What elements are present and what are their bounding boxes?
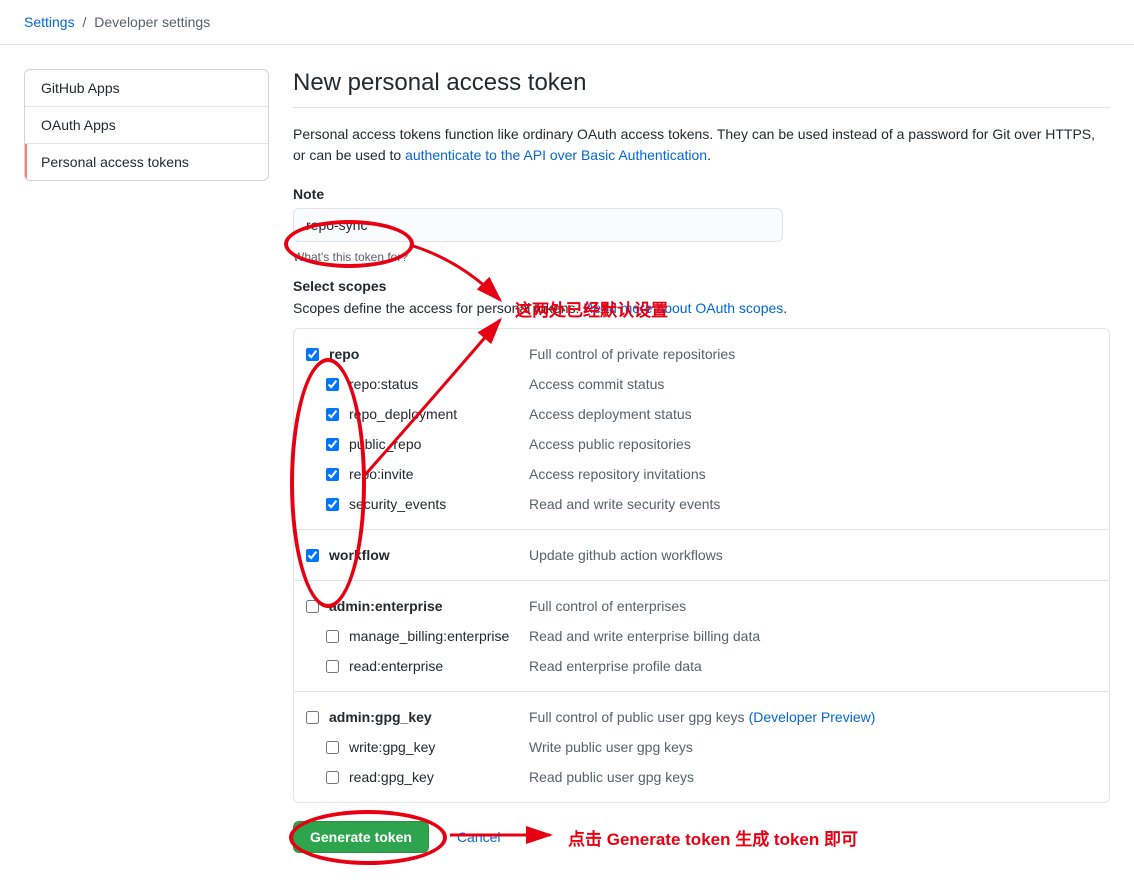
scope-group-admin-enterprise: admin:enterpriseFull control of enterpri… — [294, 581, 1109, 692]
scope-group-repo: repoFull control of private repositories… — [294, 329, 1109, 530]
scope-label: write:gpg_key — [349, 736, 529, 758]
generate-token-button[interactable]: Generate token — [293, 821, 429, 853]
scope-row: repo_deploymentAccess deployment status — [306, 399, 1097, 429]
breadcrumb-separator: / — [82, 14, 86, 30]
cancel-link[interactable]: Cancel — [457, 829, 501, 845]
scope-checkbox-read-enterprise[interactable] — [326, 660, 339, 673]
breadcrumb-current: Developer settings — [94, 14, 210, 30]
scope-label: admin:gpg_key — [329, 706, 529, 728]
scope-group-workflow: workflowUpdate github action workflows — [294, 530, 1109, 581]
actions-row: Generate token Cancel — [293, 821, 1110, 853]
scope-checkbox-repo[interactable] — [306, 348, 319, 361]
scope-checkbox-repo-deployment[interactable] — [326, 408, 339, 421]
note-input[interactable] — [293, 208, 783, 242]
scope-label: admin:enterprise — [329, 595, 529, 617]
scope-description: Access public repositories — [529, 433, 691, 455]
main-content: New personal access token Personal acces… — [293, 69, 1110, 853]
scope-row: security_eventsRead and write security e… — [306, 489, 1097, 519]
scope-checkbox-repo-status[interactable] — [326, 378, 339, 391]
scope-row: public_repoAccess public repositories — [306, 429, 1097, 459]
scope-checkbox-write-gpg-key[interactable] — [326, 741, 339, 754]
scope-description: Write public user gpg keys — [529, 736, 693, 758]
sidebar-item-github-apps[interactable]: GitHub Apps — [25, 70, 268, 107]
scope-group-admin-gpg-key: admin:gpg_keyFull control of public user… — [294, 692, 1109, 802]
scope-label: read:enterprise — [349, 655, 529, 677]
scope-checkbox-public-repo[interactable] — [326, 438, 339, 451]
scope-checkbox-repo-invite[interactable] — [326, 468, 339, 481]
developer-preview-label: (Developer Preview) — [749, 706, 876, 728]
scope-label: repo — [329, 343, 529, 365]
scope-label: manage_billing:enterprise — [349, 625, 529, 647]
scope-checkbox-manage-billing-enterprise[interactable] — [326, 630, 339, 643]
sidebar: GitHub Apps OAuth Apps Personal access t… — [24, 69, 269, 853]
scope-description: Read enterprise profile data — [529, 655, 702, 677]
scope-row: manage_billing:enterpriseRead and write … — [306, 621, 1097, 651]
scope-description: Full control of public user gpg keys — [529, 706, 745, 728]
breadcrumb: Settings / Developer settings — [0, 0, 1134, 45]
intro-text: Personal access tokens function like ord… — [293, 124, 1110, 166]
sidebar-item-oauth-apps[interactable]: OAuth Apps — [25, 107, 268, 144]
scope-row: repoFull control of private repositories — [306, 339, 1097, 369]
scopes-box: repoFull control of private repositories… — [293, 328, 1110, 803]
scopes-header: Select scopes — [293, 278, 1110, 294]
scope-label: repo:invite — [349, 463, 529, 485]
note-label: Note — [293, 186, 1110, 202]
scope-description: Access repository invitations — [529, 463, 706, 485]
scope-row: repo:inviteAccess repository invitations — [306, 459, 1097, 489]
scope-label: repo:status — [349, 373, 529, 395]
page-title: New personal access token — [293, 69, 1110, 108]
scope-checkbox-admin-enterprise[interactable] — [306, 600, 319, 613]
scope-label: repo_deployment — [349, 403, 529, 425]
scope-description: Access deployment status — [529, 403, 692, 425]
breadcrumb-settings-link[interactable]: Settings — [24, 14, 75, 30]
scope-description: Full control of enterprises — [529, 595, 686, 617]
scope-row: write:gpg_keyWrite public user gpg keys — [306, 732, 1097, 762]
sidebar-item-personal-access-tokens[interactable]: Personal access tokens — [25, 144, 268, 180]
scope-label: security_events — [349, 493, 529, 515]
scope-checkbox-admin-gpg-key[interactable] — [306, 711, 319, 724]
scope-description: Access commit status — [529, 373, 664, 395]
scope-label: public_repo — [349, 433, 529, 455]
scope-description: Read and write enterprise billing data — [529, 625, 760, 647]
scope-label: workflow — [329, 544, 529, 566]
scope-row: admin:gpg_keyFull control of public user… — [306, 702, 1097, 732]
scope-checkbox-workflow[interactable] — [306, 549, 319, 562]
scopes-description: Scopes define the access for personal to… — [293, 300, 1110, 316]
scope-description: Update github action workflows — [529, 544, 723, 566]
scope-checkbox-read-gpg-key[interactable] — [326, 771, 339, 784]
scope-description: Full control of private repositories — [529, 343, 735, 365]
scope-row: workflowUpdate github action workflows — [306, 540, 1097, 570]
scopes-link[interactable]: Read more about OAuth scopes — [583, 300, 783, 316]
scope-checkbox-security-events[interactable] — [326, 498, 339, 511]
sidebar-menu: GitHub Apps OAuth Apps Personal access t… — [24, 69, 269, 181]
scope-row: repo:statusAccess commit status — [306, 369, 1097, 399]
scope-description: Read and write security events — [529, 493, 720, 515]
intro-auth-link[interactable]: authenticate to the API over Basic Authe… — [405, 147, 707, 163]
scope-description: Read public user gpg keys — [529, 766, 694, 788]
scope-row: read:gpg_keyRead public user gpg keys — [306, 762, 1097, 792]
scope-row: admin:enterpriseFull control of enterpri… — [306, 591, 1097, 621]
scope-label: read:gpg_key — [349, 766, 529, 788]
note-help-text: What's this token for? — [293, 250, 1110, 264]
scope-row: read:enterpriseRead enterprise profile d… — [306, 651, 1097, 681]
